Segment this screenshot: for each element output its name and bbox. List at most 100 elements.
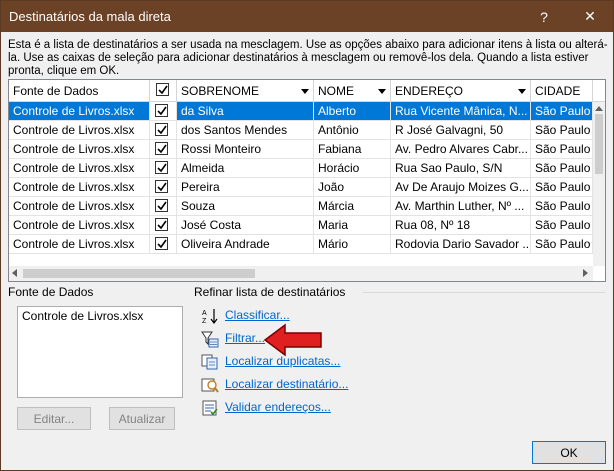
include-checkbox[interactable]	[155, 237, 168, 250]
vertical-scrollbar[interactable]	[593, 102, 605, 266]
cell-sobrenome: Souza	[177, 197, 314, 216]
cell-cidade: São Paulo	[531, 159, 593, 178]
cell-data-source: Controle de Livros.xlsx	[9, 178, 150, 197]
cell-endereco: Av. Marthin Luther, Nº ...	[391, 197, 531, 216]
cell-nome: Antônio	[314, 121, 391, 140]
cell-data-source: Controle de Livros.xlsx	[9, 140, 150, 159]
include-checkbox[interactable]	[155, 180, 168, 193]
header-endereco[interactable]: ENDEREÇO	[391, 80, 531, 102]
cell-checkbox	[150, 121, 177, 140]
table-row[interactable]: Controle de Livros.xlsx da Silva Alberto Ru…	[9, 102, 593, 121]
vertical-scroll-thumb[interactable]	[595, 114, 603, 174]
cell-endereco: R José Galvagni, 50	[391, 121, 531, 140]
data-source-list[interactable]: Controle de Livros.xlsx	[17, 306, 183, 398]
find-recipient-icon	[201, 376, 219, 394]
table-row[interactable]: Controle de Livros.xlsx Rossi Monteiro Fab…	[9, 140, 593, 159]
cell-data-source: Controle de Livros.xlsx	[9, 121, 150, 140]
header-nome[interactable]: NOME	[314, 80, 391, 102]
include-checkbox[interactable]	[155, 199, 168, 212]
cell-checkbox	[150, 140, 177, 159]
svg-text:Z: Z	[202, 318, 207, 325]
window-title: Destinatários da mala direta	[9, 9, 171, 24]
data-source-item[interactable]: Controle de Livros.xlsx	[22, 309, 178, 323]
data-source-label: Fonte de Dados	[8, 285, 94, 299]
cell-data-source: Controle de Livros.xlsx	[9, 102, 150, 121]
cell-cidade: São Paulo	[531, 121, 593, 140]
cell-checkbox	[150, 235, 177, 254]
filter-icon	[201, 330, 219, 348]
close-button[interactable]: ✕	[567, 1, 613, 32]
select-all-checkbox[interactable]	[156, 83, 169, 96]
cell-nome: Maria	[314, 216, 391, 235]
cell-sobrenome: Oliveira Andrade	[177, 235, 314, 254]
cell-cidade: São Paulo	[531, 140, 593, 159]
edit-button[interactable]: Editar...	[17, 407, 91, 430]
sort-dropdown-icon[interactable]	[378, 89, 386, 94]
table-row[interactable]: Controle de Livros.xlsx Souza Márcia Av. Ma…	[9, 197, 593, 216]
validate-addresses-link[interactable]: Validar endereços...	[225, 400, 331, 414]
cell-sobrenome: Rossi Monteiro	[177, 140, 314, 159]
cell-data-source: Controle de Livros.xlsx	[9, 216, 150, 235]
include-checkbox[interactable]	[155, 123, 168, 136]
refine-list-label: Refinar lista de destinatários	[194, 285, 346, 299]
cell-nome: Fabiana	[314, 140, 391, 159]
cell-nome: Alberto	[314, 102, 391, 121]
ok-button[interactable]: OK	[532, 441, 606, 464]
cell-nome: Mário	[314, 235, 391, 254]
title-bar: Destinatários da mala direta ? ✕	[1, 1, 613, 32]
find-duplicates-icon	[201, 353, 219, 371]
cell-sobrenome: dos Santos Mendes	[177, 121, 314, 140]
filter-link[interactable]: Filtrar...	[225, 331, 265, 345]
recipients-table: Fonte de Dados SOBRENOME NOME ENDEREÇO C…	[8, 79, 606, 282]
validate-addresses-icon	[201, 399, 219, 417]
include-checkbox[interactable]	[155, 161, 168, 174]
scroll-right-icon[interactable]	[583, 269, 588, 277]
cell-checkbox	[150, 197, 177, 216]
table-row[interactable]: Controle de Livros.xlsx dos Santos Mendes…	[9, 121, 593, 140]
include-checkbox[interactable]	[155, 218, 168, 231]
description-text: Esta é a lista de destinatários a ser us…	[8, 39, 608, 77]
cell-endereco: Rodovia Dario Savador ...	[391, 235, 531, 254]
table-header: Fonte de Dados SOBRENOME NOME ENDEREÇO C…	[9, 80, 605, 102]
header-cidade[interactable]: CIDADE	[531, 80, 593, 102]
sort-link[interactable]: Classificar...	[225, 308, 290, 322]
cell-endereco: Av. Pedro Alvares Cabr...	[391, 140, 531, 159]
cell-cidade: São Paulo	[531, 178, 593, 197]
cell-data-source: Controle de Livros.xlsx	[9, 197, 150, 216]
table-row[interactable]: Controle de Livros.xlsx Pereira João Av De …	[9, 178, 593, 197]
horizontal-scrollbar[interactable]	[9, 266, 593, 281]
cell-sobrenome: José Costa	[177, 216, 314, 235]
cell-data-source: Controle de Livros.xlsx	[9, 159, 150, 178]
table-row[interactable]: Controle de Livros.xlsx José Costa Maria Ru…	[9, 216, 593, 235]
cell-data-source: Controle de Livros.xlsx	[9, 235, 150, 254]
cell-endereco: Rua 08, Nº 18	[391, 216, 531, 235]
find-recipient-link[interactable]: Localizar destinatário...	[225, 377, 348, 391]
header-data-source[interactable]: Fonte de Dados	[9, 80, 150, 102]
sort-dropdown-icon[interactable]	[518, 89, 526, 94]
cell-nome: Horácio	[314, 159, 391, 178]
header-select-all[interactable]	[150, 80, 177, 102]
svg-text:A: A	[202, 310, 207, 317]
cell-endereco: Rua Vicente Mânica, N...	[391, 102, 531, 121]
header-sobrenome[interactable]: SOBRENOME	[177, 80, 314, 102]
table-row[interactable]: Controle de Livros.xlsx Almeida Horácio Rua…	[9, 159, 593, 178]
cell-sobrenome: da Silva	[177, 102, 314, 121]
group-divider	[363, 292, 605, 293]
table-row[interactable]: Controle de Livros.xlsx Oliveira Andrade M…	[9, 235, 593, 254]
help-button[interactable]: ?	[521, 1, 567, 32]
cell-cidade: São Paulo	[531, 197, 593, 216]
scroll-left-icon[interactable]	[12, 269, 17, 277]
cell-nome: João	[314, 178, 391, 197]
cell-checkbox	[150, 159, 177, 178]
include-checkbox[interactable]	[155, 104, 168, 117]
red-arrow-annotation	[263, 323, 322, 357]
cell-checkbox	[150, 102, 177, 121]
horizontal-scroll-thumb[interactable]	[23, 269, 255, 278]
refresh-button[interactable]: Atualizar	[109, 407, 175, 430]
scroll-up-icon[interactable]	[595, 106, 603, 111]
mail-merge-recipients-dialog: Destinatários da mala direta ? ✕ Esta é …	[0, 0, 614, 471]
include-checkbox[interactable]	[155, 142, 168, 155]
cell-endereco: Av De Araujo Moizes G...	[391, 178, 531, 197]
cell-cidade: São Paulo	[531, 216, 593, 235]
sort-dropdown-icon[interactable]	[301, 89, 309, 94]
